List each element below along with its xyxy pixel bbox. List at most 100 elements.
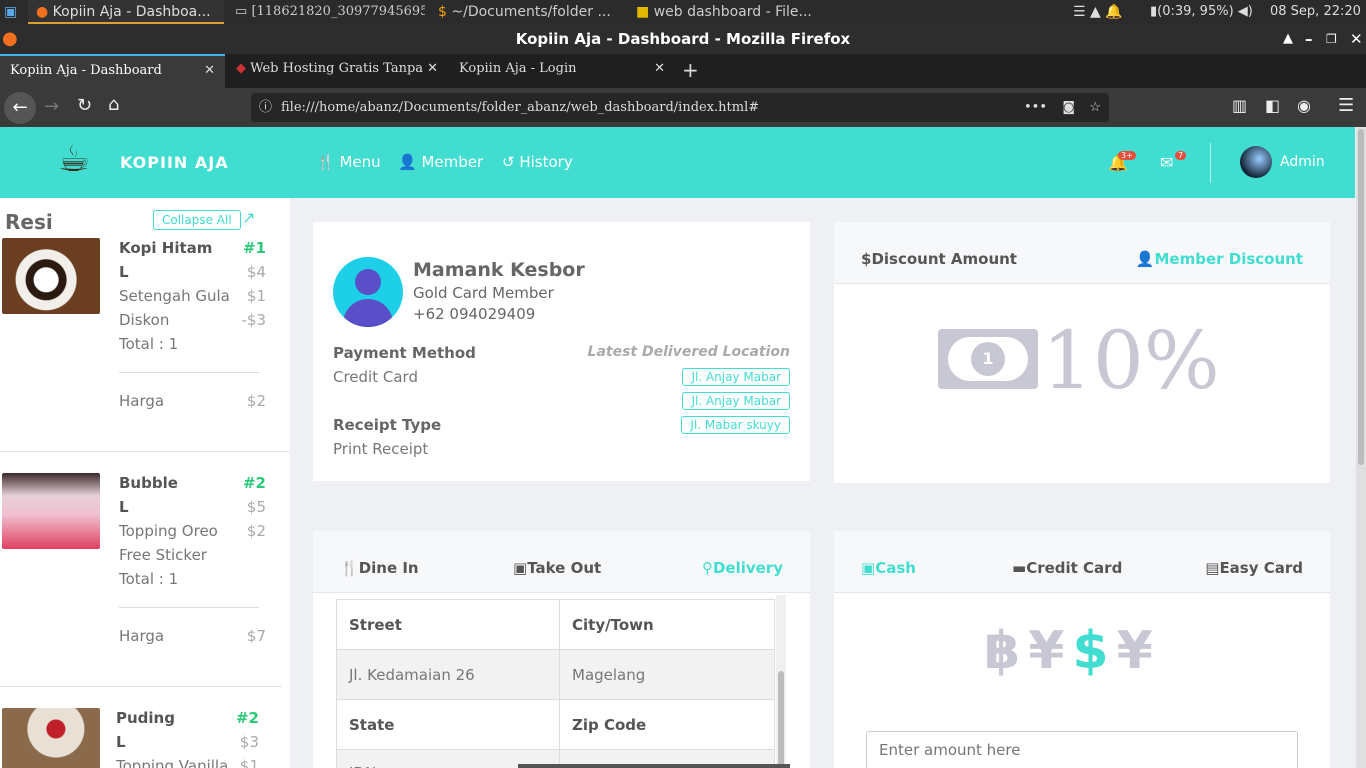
taskbar-item-files[interactable]: ■ web dashboard - File... (636, 0, 836, 24)
horizontal-scrollbar[interactable] (518, 764, 790, 768)
firefox-icon: ● (2, 28, 18, 49)
history-icon: ↺ (502, 153, 515, 171)
scrollbar-thumb[interactable] (1358, 129, 1364, 465)
order-option: Setengah Gula (119, 287, 230, 305)
forward-button[interactable]: → (44, 96, 59, 117)
tray-icons[interactable]: ☰ ▲ 🔔 (1073, 0, 1153, 24)
payment-card: ▣Cash ▬Credit Card ▤Easy Card ฿¥$¥ (834, 531, 1330, 768)
battery-status[interactable]: ▮(0:39, 95%) ◀) (1150, 0, 1260, 24)
tab-dine-in[interactable]: 🍴Dine In (340, 559, 419, 577)
tab-strip: Kopiin Aja - Dashboard ✕ ◆ Web Hosting Gr… (0, 54, 1366, 88)
avatar[interactable] (1240, 146, 1272, 178)
location-tag[interactable]: Jl. Anjay Mabar (682, 392, 790, 410)
order-option-price: $2 (246, 522, 266, 540)
nav-menu[interactable]: 🍴 Menu (316, 153, 381, 171)
url-bar[interactable]: ⓘ file:///home/abanz/Documents/folder_ab… (251, 93, 1109, 122)
receipt-type-label: Receipt Type (333, 416, 442, 434)
order-number: #1 (242, 239, 266, 257)
order-number: #2 (235, 709, 259, 727)
credit-card-icon: ▬ (1012, 559, 1027, 577)
utensils-icon: 🍴 (316, 153, 335, 171)
order-total: Total : 1 (119, 570, 179, 588)
close-tab-icon[interactable]: ✕ (427, 54, 438, 84)
yuan-icon[interactable]: ¥ (1117, 621, 1161, 681)
maximize-button[interactable]: ❐ (1326, 24, 1337, 54)
motorcycle-icon: ⚲ (701, 559, 713, 577)
bookmark-star-icon[interactable]: ☆ (1089, 93, 1101, 122)
table-cell[interactable]: Magelang (559, 649, 775, 700)
yen-icon[interactable]: ¥ (1028, 621, 1072, 681)
member-card: Mamank Kesbor Gold Card Member +62 09402… (313, 222, 810, 481)
account-icon[interactable]: ◉ (1297, 96, 1311, 115)
close-tab-icon[interactable]: ✕ (204, 56, 215, 86)
back-button[interactable]: ← (4, 92, 36, 124)
new-tab-button[interactable]: + (682, 58, 699, 82)
dollar-icon: $ (861, 250, 872, 268)
member-discount-tab[interactable]: 👤Member Discount (1136, 250, 1303, 268)
price-label: Harga (119, 392, 165, 410)
home-button[interactable]: ⌂ (108, 94, 119, 115)
tab-easy-card[interactable]: ▤Easy Card (1205, 559, 1303, 577)
folder-icon: ■ (636, 4, 650, 20)
discount-amount-tab[interactable]: $Discount Amount (861, 250, 1017, 268)
info-icon[interactable]: ⓘ (259, 93, 272, 122)
tab-login[interactable]: Kopiin Aja - Login ✕ (449, 54, 675, 88)
app-launcher-icon[interactable]: ▣ (4, 0, 24, 24)
location-label: Latest Delivered Location (587, 344, 790, 360)
order-item-name: Kopi Hitam (119, 239, 213, 257)
order-size-price: $4 (246, 263, 266, 281)
location-tag[interactable]: Jl. Anjay Mabar (682, 368, 790, 386)
mail-icon[interactable]: ✉ (1160, 153, 1173, 172)
baht-icon[interactable]: ฿ (984, 621, 1028, 681)
divider (119, 372, 259, 373)
amount-input[interactable] (866, 731, 1298, 768)
tab-take-out[interactable]: ▣Take Out (513, 559, 601, 577)
table-header-cell: Zip Code (559, 699, 775, 750)
order-size-price: $5 (246, 498, 266, 516)
external-link-icon[interactable]: ↗ (242, 208, 255, 227)
scrollbar-thumb[interactable] (778, 671, 784, 768)
table-row: Jl. Kedamaian 26 Magelang (336, 649, 775, 700)
receipt-sidebar: Resi Collapse All ↗ Kopi Hitam #1 L $4 S… (0, 198, 290, 768)
window-up-icon[interactable]: ▲ (1283, 24, 1293, 54)
pocket-icon[interactable]: ◙ (1062, 93, 1075, 122)
library-icon[interactable]: ▥ (1232, 96, 1247, 115)
collapse-all-button[interactable]: Collapse All (153, 210, 241, 230)
member-name: Mamank Kesbor (413, 259, 585, 281)
tab-delivery[interactable]: ⚲Delivery (702, 559, 783, 577)
table-cell[interactable]: Jl. Kedamaian 26 (336, 649, 560, 700)
close-tab-icon[interactable]: ✕ (654, 54, 665, 84)
page-actions-icon[interactable]: ••• (1024, 93, 1047, 122)
tab-web-hosting[interactable]: ◆ Web Hosting Gratis Tanpa ✕ (226, 54, 448, 88)
close-window-button[interactable]: ✕ (1350, 24, 1363, 54)
location-tag[interactable]: Jl. Mabar skuyy (681, 416, 790, 434)
user-name[interactable]: Admin (1280, 154, 1325, 170)
tab-cash[interactable]: ▣Cash (861, 559, 916, 577)
system-taskbar: ▣ ● Kopiin Aja - Dashboa... ▭ [118621820… (0, 0, 1366, 24)
reload-button[interactable]: ↻ (77, 95, 92, 116)
taskbar-item-terminal[interactable]: $ ~/Documents/folder ... (438, 0, 628, 24)
member-avatar-icon (333, 257, 403, 327)
tab-credit-card[interactable]: ▬Credit Card (1012, 559, 1122, 577)
nav-history[interactable]: ↺ History (502, 153, 573, 171)
dollar-icon[interactable]: $ (1072, 621, 1116, 681)
brand-name[interactable]: KOPIIN AJA (120, 153, 229, 172)
divider (0, 451, 290, 452)
taskbar-item-image[interactable]: ▭ [118621820_30977945695... (235, 0, 425, 24)
money-bill-icon: 1 (938, 329, 1038, 389)
tab-dashboard[interactable]: Kopiin Aja - Dashboard ✕ (0, 54, 225, 88)
taskbar-item-firefox[interactable]: ● Kopiin Aja - Dashboa... (28, 0, 224, 24)
order-option: Topping Oreo (119, 522, 218, 540)
table-row: State Zip Code (336, 699, 775, 750)
nav-member[interactable]: 👤 Member (398, 153, 483, 171)
mail-badge: 7 (1175, 151, 1187, 160)
order-option: Topping Vanilla (116, 757, 229, 768)
pudding-thumbnail (2, 708, 100, 768)
order-size: L (119, 498, 129, 516)
menu-icon[interactable]: ☰ (1338, 95, 1354, 116)
minimize-button[interactable]: – (1305, 24, 1313, 54)
page-scrollbar[interactable] (1356, 127, 1366, 768)
sidebar-icon[interactable]: ◧ (1265, 96, 1280, 115)
clock[interactable]: 08 Sep, 22:20 (1270, 0, 1366, 24)
image-icon: ▭ (235, 4, 248, 19)
